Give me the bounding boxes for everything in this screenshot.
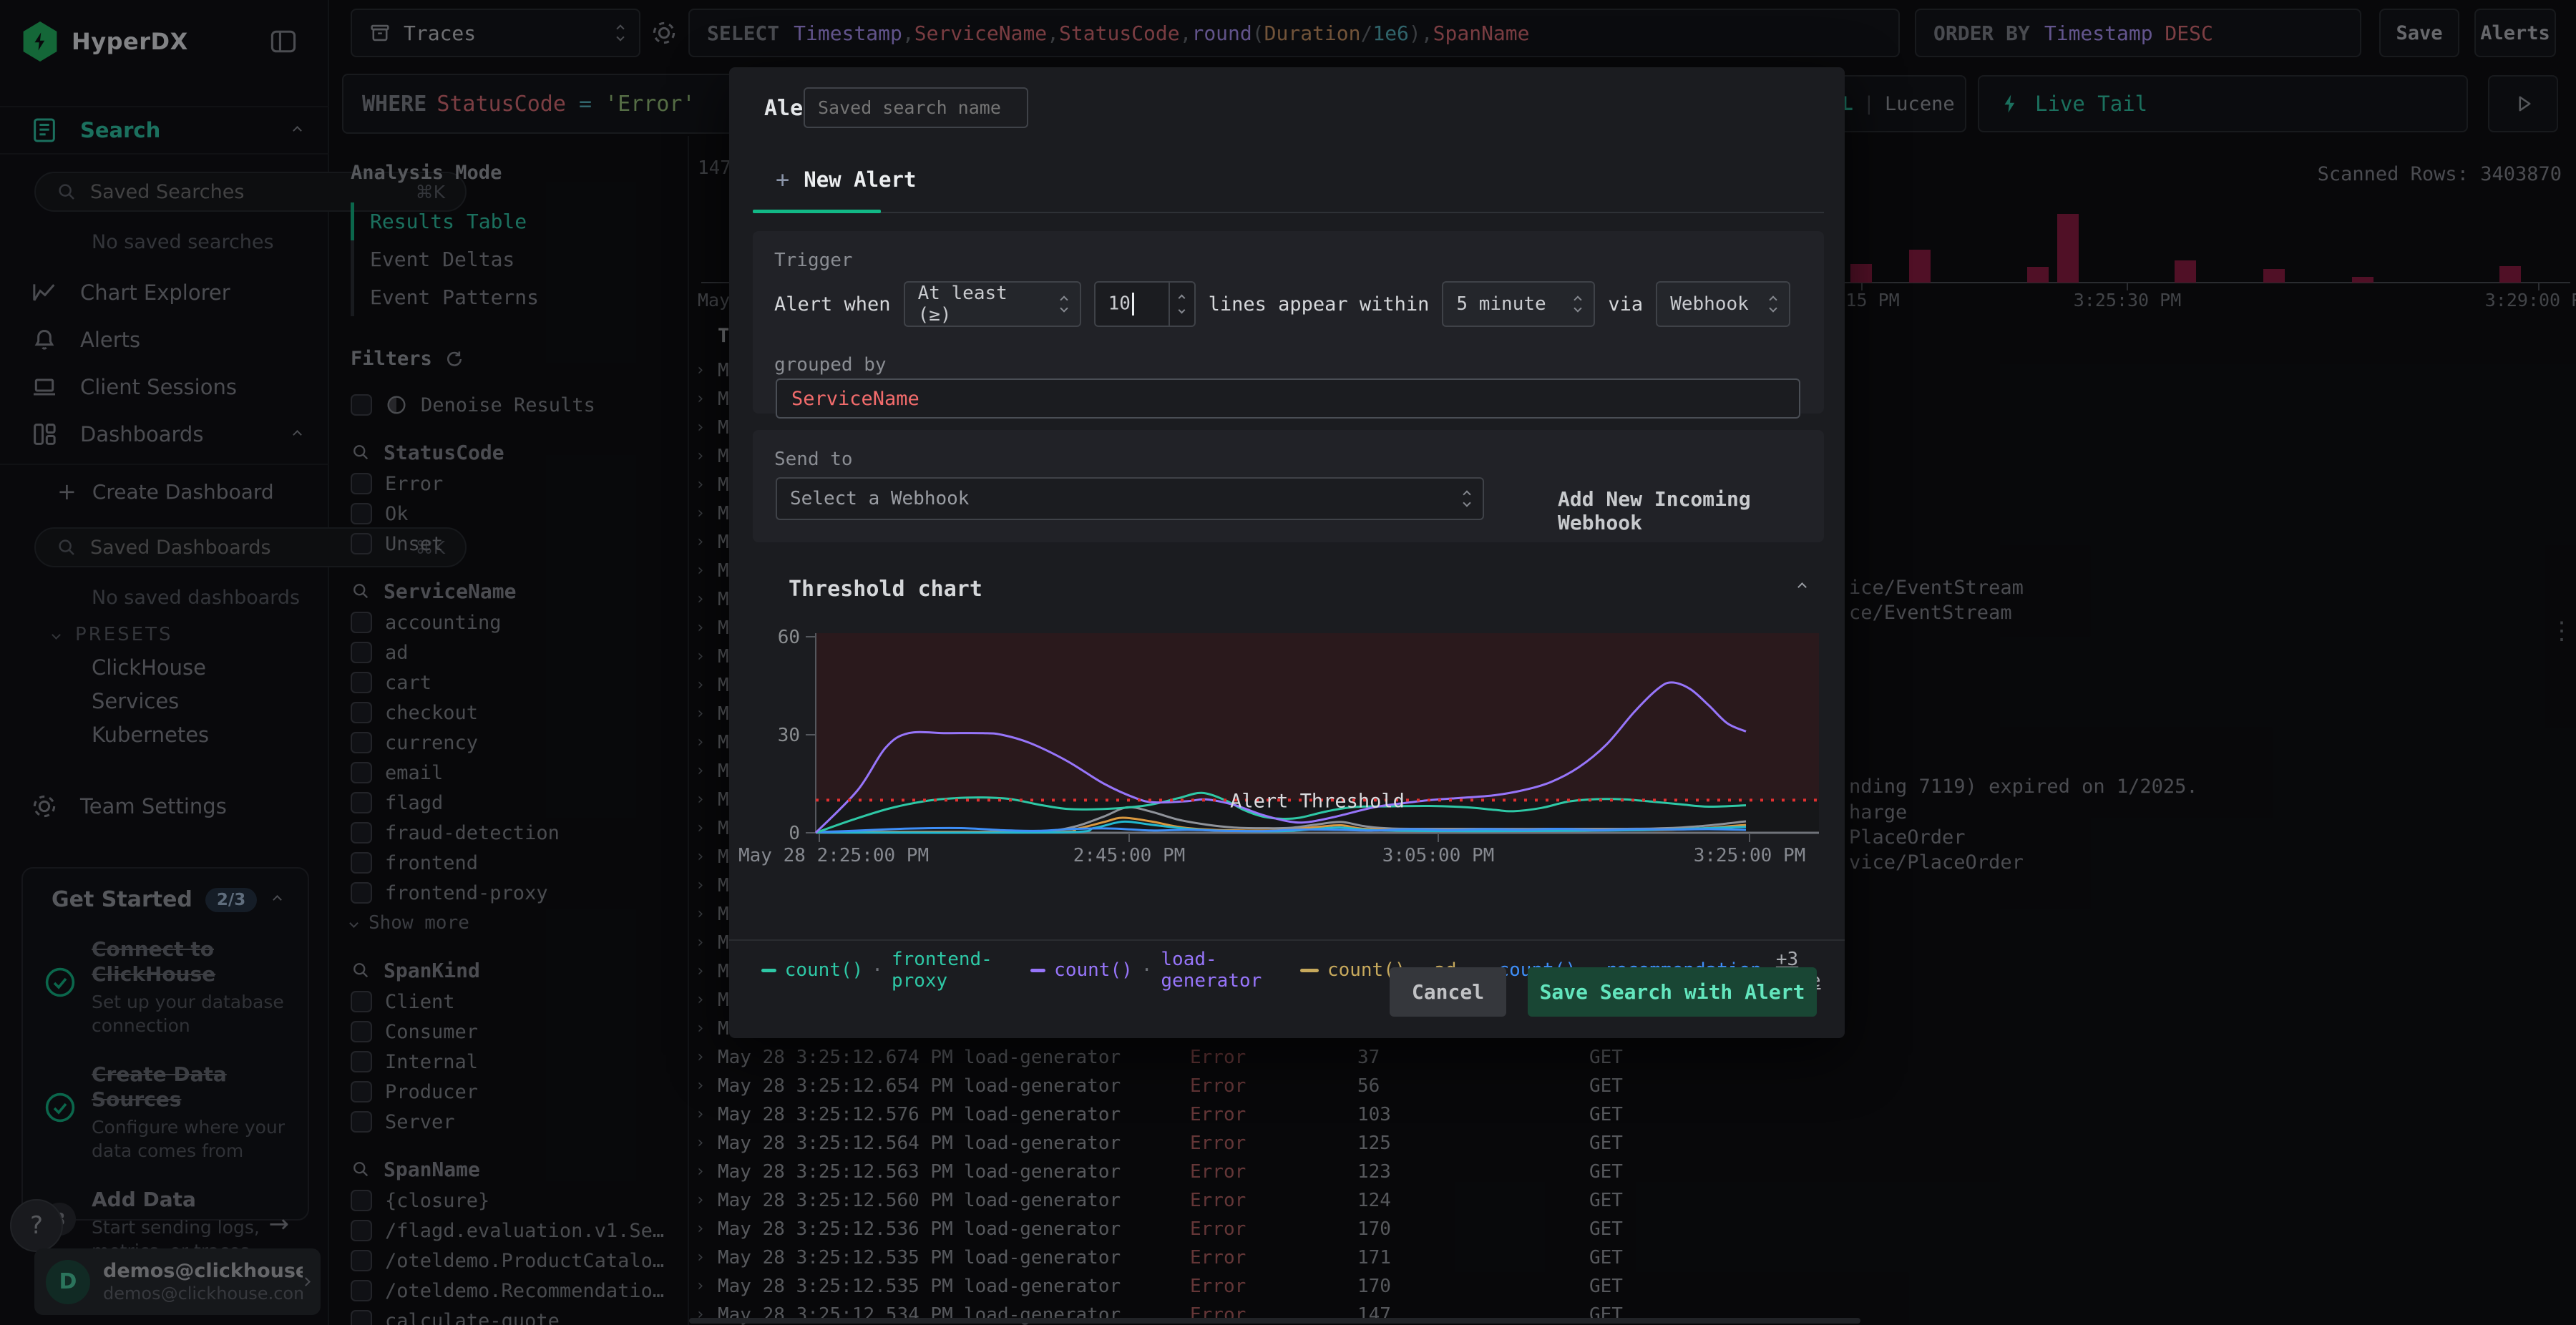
send-to-section: Send to Select a Webhook Add New Incomin…: [753, 430, 1824, 542]
select-chevrons-icon: [1574, 295, 1583, 313]
trigger-label: Trigger: [774, 250, 853, 271]
webhook-select[interactable]: Select a Webhook: [776, 477, 1484, 520]
tab-label: New Alert: [804, 167, 917, 192]
send-to-label: Send to: [774, 449, 853, 470]
via-text: via: [1608, 293, 1644, 316]
tab-underline-active: [753, 210, 881, 213]
legend-series-name: frontend-proxy: [891, 949, 992, 992]
collapse-chart-icon[interactable]: [1797, 582, 1807, 592]
text-caret: [1131, 293, 1134, 316]
grouped-by-input[interactable]: ServiceName: [776, 378, 1800, 419]
legend-swatch: [1299, 968, 1319, 972]
threshold-chart-title: Threshold chart: [789, 577, 982, 602]
alert-modal: Alerts for + New Alert Trigger Alert whe…: [729, 67, 1845, 1038]
channel-value: Webhook: [1670, 293, 1749, 315]
trigger-section: Trigger Alert when At least (≥) 10 lines…: [753, 231, 1824, 419]
cancel-button[interactable]: Cancel: [1390, 967, 1506, 1017]
webhook-select-value: Select a Webhook: [790, 488, 970, 509]
alert-when-text: Alert when: [774, 293, 891, 316]
saved-search-name-input[interactable]: [804, 87, 1028, 128]
legend-metric: count(): [784, 959, 864, 981]
condition-select[interactable]: At least (≥): [903, 281, 1081, 327]
svg-text:0: 0: [789, 823, 800, 844]
add-webhook-button[interactable]: Add New Incoming Webhook: [1558, 487, 1824, 534]
threshold-chart: 0 30 60 May 28 2:25:00 PM 2:45:00 PM 3:05:00 …: [738, 627, 1819, 866]
legend-separator: ·: [872, 959, 883, 981]
svg-text:60: 60: [778, 627, 800, 648]
cancel-label: Cancel: [1411, 980, 1485, 1004]
legend-swatch: [1030, 968, 1046, 972]
svg-text:Alert Threshold: Alert Threshold: [1230, 790, 1405, 812]
legend-separator: ·: [1141, 959, 1153, 981]
select-chevrons-icon: [1059, 295, 1068, 313]
svg-text:2:45:00 PM: 2:45:00 PM: [1073, 845, 1186, 866]
legend-swatch: [761, 968, 776, 972]
window-value: 5 minute: [1456, 293, 1546, 315]
svg-text:30: 30: [778, 725, 800, 746]
grouped-by-label: grouped by: [774, 354, 887, 376]
svg-text:May 28 2:25:00 PM: May 28 2:25:00 PM: [738, 845, 929, 866]
save-search-with-alert-button[interactable]: Save Search with Alert: [1528, 967, 1817, 1017]
select-chevrons-icon: [1769, 295, 1777, 313]
legend-metric: count(): [1054, 959, 1133, 981]
save-alert-label: Save Search with Alert: [1539, 980, 1805, 1004]
footer-divider: [729, 939, 1845, 941]
legend-item[interactable]: count() · frontend-proxy: [761, 949, 1016, 992]
condition-value: At least (≥): [917, 283, 1008, 326]
tab-new-alert[interactable]: + New Alert: [776, 166, 916, 193]
channel-select[interactable]: Webhook: [1656, 281, 1791, 327]
plus-icon: +: [776, 166, 790, 193]
threshold-value: 10: [1108, 293, 1131, 315]
legend-series-name: load-generator: [1161, 949, 1262, 992]
tab-underline-track: [753, 212, 1824, 213]
number-stepper[interactable]: [1168, 283, 1194, 326]
svg-text:3:05:00 PM: 3:05:00 PM: [1382, 845, 1495, 866]
lines-within-text: lines appear within: [1208, 293, 1430, 316]
legend-item[interactable]: count() · load-generator: [1030, 949, 1285, 992]
select-chevrons-icon: [1463, 490, 1471, 507]
app-root: HyperDX Search ⌘K No saved searches Char…: [0, 0, 2576, 1325]
grouped-by-value: ServiceName: [791, 387, 919, 410]
threshold-number-input[interactable]: 10: [1093, 281, 1196, 327]
window-select[interactable]: 5 minute: [1442, 281, 1596, 327]
svg-text:3:25:00 PM: 3:25:00 PM: [1694, 845, 1806, 866]
